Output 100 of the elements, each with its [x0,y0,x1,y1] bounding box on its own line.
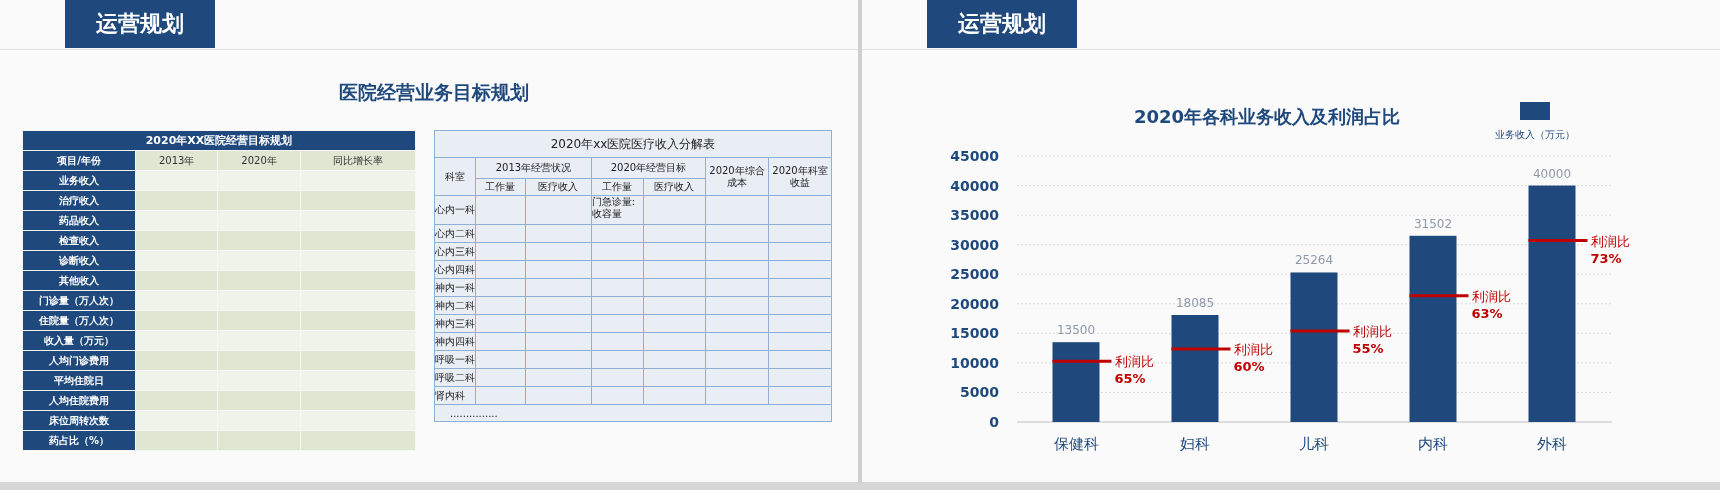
annotation-value: 63% [1471,305,1503,321]
table-cell [705,350,769,369]
table-cell [643,350,706,369]
table-cell [705,242,769,261]
axis-tick-label: 10000 [950,354,999,371]
table-cell [643,242,706,261]
data-label: 31502 [1413,216,1453,231]
table-cell [525,242,592,261]
table-cell [643,314,706,333]
table-cell [643,224,706,243]
table-cell [705,260,769,279]
category-label: 儿科 [1299,435,1329,453]
section-title: 运营规划 [65,0,215,48]
table-cell [525,278,592,297]
table-cell [475,386,526,405]
annotation-value: 55% [1352,340,1384,356]
row-header: 其他收入 [22,270,136,291]
data-label: 13500 [1056,323,1096,338]
axis-tick-label: 0 [989,414,999,430]
table-cell [525,296,592,315]
table-cell [705,296,769,315]
table-cell [591,224,644,243]
axis-tick-label: 25000 [950,266,999,283]
table-cell [705,195,769,225]
annotation-label: 利润比 [1352,323,1392,339]
column-header: 医疗收入 [525,178,592,196]
row-header: 住院量（万人次） [22,310,136,331]
annotation-value: 73% [1590,250,1622,266]
row-header: 人均门诊费用 [22,350,136,371]
column-header: 项目/年份 [22,150,136,171]
row-header: 人均住院费用 [22,390,136,411]
row-header: 门诊量（万人次） [22,290,136,311]
table-cell [705,332,769,351]
table-cell [643,386,706,405]
table-title: 2020年xx医院医疗收入分解表 [434,130,832,158]
category-label: 内科 [1418,435,1448,453]
table-cell [591,386,644,405]
row-header: 检查收入 [22,230,136,251]
table-cell [525,314,592,333]
row-header: 神内一科 [434,278,476,297]
row-header: 神内四科 [434,332,476,351]
column-header: 2020年综合成本 [705,157,769,196]
chart-title: 2020年各科业务收入及利润占比 [1133,106,1401,127]
data-label: 40000 [1532,166,1572,181]
axis-tick-label: 35000 [950,207,999,224]
column-header: 2020年经营目标 [591,157,706,179]
table-cell [643,296,706,315]
profit-marker-line [1528,239,1588,243]
axis-tick-label: 20000 [950,295,999,312]
row-header: 收入量（万元） [22,330,136,351]
table-cell [525,386,592,405]
table-cell [643,332,706,351]
column-header: 工作量 [591,178,644,196]
row-header: 药品收入 [22,210,136,231]
annotation-label: 利润比 [1471,288,1511,304]
annotation-label: 利润比 [1233,341,1273,357]
annotation-label: 利润比 [1590,233,1630,249]
axis-tick-label: 30000 [950,236,999,253]
table-cell [705,224,769,243]
column-header: 科室 [434,157,476,196]
category-label: 妇科 [1180,435,1210,453]
table-cell [475,368,526,387]
axis-tick-label: 5000 [960,384,999,401]
table-cell [591,314,644,333]
table-cell [591,242,644,261]
axis-tick-label: 15000 [950,325,999,342]
table-cell [591,332,644,351]
table-cell [525,332,592,351]
table-cell [475,260,526,279]
row-header: 心内三科 [434,242,476,261]
row-header: 呼吸一科 [434,350,476,369]
table-cell [705,386,769,405]
row-header: 神内三科 [434,314,476,333]
annotation-value: 65% [1114,371,1146,387]
table-cell [705,314,769,333]
table-cell [475,332,526,351]
table-cell [591,260,644,279]
row-header: 药占比（%） [22,430,136,451]
table-cell [643,368,706,387]
row-header: 肾内科 [434,386,476,405]
table-cell [643,195,706,225]
profit-marker-line [1171,347,1231,351]
category-label: 外科 [1537,435,1567,453]
table-cell [475,195,526,225]
profit-marker-line [1409,294,1469,298]
row-header: 床位周转次数 [22,410,136,431]
row-header: 心内四科 [434,260,476,279]
table-cell [591,350,644,369]
table-cell [525,224,592,243]
row-header: 业务收入 [22,170,136,191]
table-cell [705,278,769,297]
table-cell [475,224,526,243]
table-cell [475,242,526,261]
table-cell [475,296,526,315]
profit-marker-line [1052,359,1112,363]
annotation-label: 利润比 [1114,354,1154,370]
profit-marker-line [1290,329,1350,333]
data-label: 25264 [1294,253,1334,268]
column-header: 工作量 [475,178,526,196]
row-header: 平均住院日 [22,370,136,391]
